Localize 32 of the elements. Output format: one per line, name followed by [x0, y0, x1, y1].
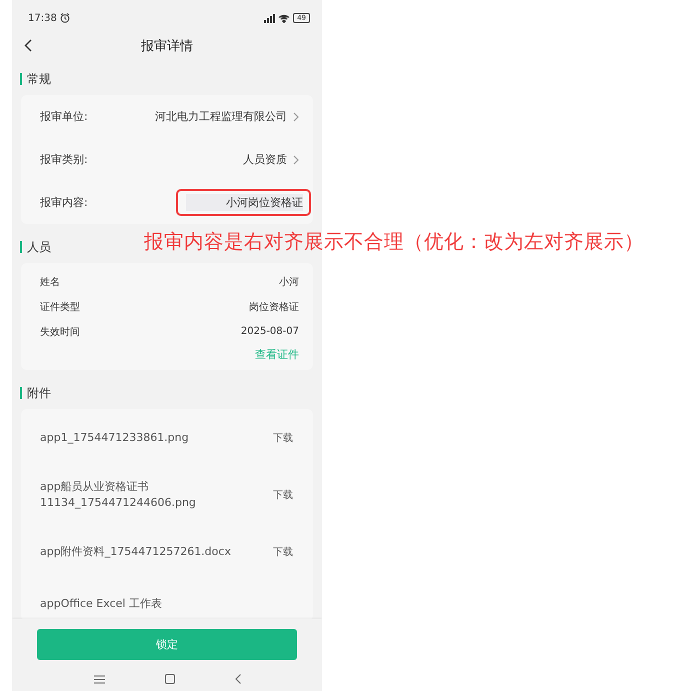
- field-value: 人员资质: [243, 152, 287, 167]
- menu-icon[interactable]: [94, 674, 104, 684]
- field-label: 报审单位:: [40, 109, 89, 124]
- download-link[interactable]: 下载: [273, 488, 293, 502]
- field-label: 报审内容:: [40, 195, 89, 210]
- field-value: 小河: [279, 276, 299, 288]
- back-icon[interactable]: [24, 39, 32, 52]
- file-name: app船员从业资格证书11134_1754471244606.png: [40, 478, 197, 510]
- section-title: 人员: [27, 238, 51, 256]
- annotation-note: 报审内容是右对齐展示不合理（优化：改为左对齐展示）: [144, 230, 644, 253]
- alarm-clock-icon: [60, 13, 70, 23]
- wifi-icon: [278, 14, 290, 22]
- file-name: app附件资料_1754471257261.docx: [40, 544, 232, 560]
- field-label: 报审类别:: [40, 152, 89, 167]
- section-title: 附件: [27, 384, 51, 402]
- signal-icon: [261, 14, 276, 22]
- file-name: app1_1754471233861.png: [40, 430, 190, 446]
- field-value: 2025-08-07: [240, 326, 299, 337]
- page-title: 报审详情: [141, 38, 193, 55]
- field-label: 失效时间: [40, 326, 80, 338]
- download-link[interactable]: 下载: [273, 544, 293, 558]
- file-name: appOffice Excel 工作表: [40, 596, 163, 612]
- field-value: 岗位资格证: [249, 300, 299, 314]
- section-title: 常规: [27, 70, 51, 88]
- field-label: 姓名: [40, 276, 60, 288]
- field-value: 小河岗位资格证: [186, 194, 303, 211]
- home-icon[interactable]: [164, 674, 174, 684]
- field-value: 河北电力工程监理有限公司: [155, 109, 287, 124]
- field-label: 证件类型: [40, 300, 80, 314]
- download-link[interactable]: 下载: [273, 430, 293, 444]
- back-icon[interactable]: [234, 674, 240, 684]
- status-time: 17:38: [28, 12, 57, 24]
